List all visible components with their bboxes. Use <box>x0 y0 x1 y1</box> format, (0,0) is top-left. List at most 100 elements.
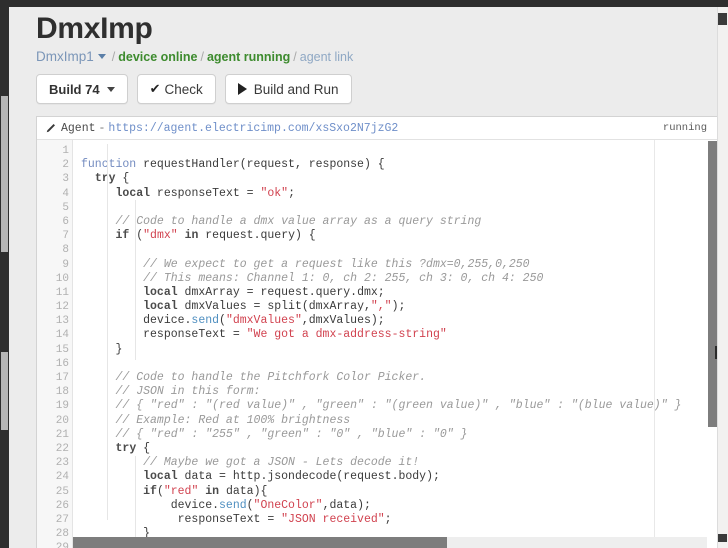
agent-pane-label: Agent <box>61 121 96 135</box>
build-selector-label: Build 74 <box>49 81 100 97</box>
code-line: local data = http.jsondecode(request.bod… <box>81 470 718 484</box>
code-token: send <box>191 314 220 328</box>
line-number: 9 <box>62 258 69 271</box>
line-number: 22 <box>37 442 82 456</box>
code-token: device. <box>81 314 192 328</box>
breadcrumb-agent-status[interactable]: agent running <box>207 50 290 64</box>
line-number: 4 <box>62 187 69 200</box>
code-token: ; <box>288 186 295 200</box>
code-token: local <box>115 186 151 200</box>
code-token: { <box>115 172 130 186</box>
browser-chrome-left-scroll-b[interactable] <box>1 352 8 430</box>
code-line: responseText = "JSON received"; <box>81 513 718 527</box>
code-token: // This means: Channel 1: 0, ch 2: 255, … <box>81 271 544 285</box>
line-number: 25 <box>37 485 82 499</box>
line-number: 7 <box>37 229 82 243</box>
line-number: 2 <box>37 158 82 172</box>
line-number: 17 <box>55 372 69 384</box>
code-line: // { "red" : "255" , "green" : "0" , "bl… <box>81 428 718 442</box>
chevron-down-icon[interactable] <box>97 54 106 60</box>
code-token: ( <box>219 314 226 328</box>
code-token: // Code to handle a dmx value array as a… <box>81 214 482 228</box>
code-line: if("red" in data){ <box>81 485 718 499</box>
code-token: "," <box>370 300 392 314</box>
line-number: 8 <box>62 244 69 257</box>
line-number: 18 <box>55 386 69 399</box>
code-token: "We got a dmx-address-string" <box>246 328 447 342</box>
code-token: ; <box>384 512 392 526</box>
line-number: 14 <box>55 329 69 342</box>
code-token: ( <box>129 229 144 243</box>
breadcrumb-agent-link[interactable]: agent link <box>300 50 354 64</box>
browser-chrome-left <box>0 0 9 548</box>
code-line: try { <box>81 172 718 186</box>
editor-horizontal-scrollbar-thumb[interactable] <box>73 537 447 548</box>
code-line: try { <box>81 442 718 456</box>
code-line: // JSON in this form: <box>81 385 718 399</box>
code-line: // Maybe we got a JSON - Lets decode it! <box>81 456 718 470</box>
code-line: device.send("OneColor",data); <box>81 499 718 513</box>
code-token: "ok" <box>260 186 289 200</box>
breadcrumb-device-name[interactable]: DmxImp1 <box>36 49 94 64</box>
code-token: "dmxValues" <box>225 314 302 328</box>
code-token: // We expect to get a request like this … <box>81 257 530 271</box>
code-line: local responseText = "ok"; <box>81 187 718 201</box>
build-selector-button[interactable]: Build 74 <box>36 74 128 104</box>
agent-status-text: running <box>662 122 707 134</box>
line-number: 6 <box>62 215 69 228</box>
code-token: try <box>115 441 137 455</box>
build-and-run-label: Build and Run <box>253 81 339 97</box>
code-token: "OneColor" <box>253 498 323 512</box>
code-token: // { "red" : "255" , "green" : "0" , "bl… <box>81 427 468 441</box>
page-title: DmxImp <box>36 12 153 45</box>
browser-chrome-left-scroll-a[interactable] <box>1 96 8 252</box>
indent-guide <box>107 144 108 520</box>
code-token: "red" <box>163 484 199 498</box>
check-button[interactable]: ✔ Check <box>136 74 216 104</box>
code-line: device.send("dmxValues",dmxValues); <box>81 314 718 328</box>
breadcrumb-device-status[interactable]: device online <box>118 50 197 64</box>
page-vertical-scrollbar[interactable] <box>717 7 728 548</box>
code-token: send <box>219 498 247 512</box>
agent-url-link[interactable]: https://agent.electricimp.com/xsSxo2N7jz… <box>108 122 398 135</box>
line-number: 21 <box>55 428 69 441</box>
agent-editor-pane: Agent - https://agent.electricimp.com/xs… <box>36 116 719 548</box>
editor-horizontal-scrollbar[interactable] <box>73 537 707 548</box>
code-line: responseText = "We got a dmx-address-str… <box>81 328 718 342</box>
line-number: 23 <box>55 457 69 470</box>
indent-guide <box>135 200 136 360</box>
code-token: ); <box>391 300 406 314</box>
browser-chrome-top <box>0 0 728 7</box>
code-token: "dmx" <box>143 229 178 243</box>
code-line: local dmxArray = request.query.dmx; <box>81 286 718 300</box>
page-scrollbar-thumb-top[interactable] <box>718 13 727 25</box>
agent-editor-header: Agent - https://agent.electricimp.com/xs… <box>37 117 718 140</box>
code-token: request.query) { <box>198 229 316 243</box>
code-token: local <box>143 300 178 314</box>
line-number: 20 <box>55 414 69 427</box>
line-number: 26 <box>55 499 69 512</box>
line-number: 19 <box>55 400 69 413</box>
code-line: local dmxValues = split(dmxArray,","); <box>81 300 718 314</box>
code-line: // We expect to get a request like this … <box>81 258 718 272</box>
code-token: } <box>81 342 123 356</box>
code-token: if <box>143 484 157 498</box>
code-content[interactable]: function requestHandler(request, respons… <box>73 140 718 548</box>
line-number: 28 <box>55 528 69 541</box>
line-number: 13 <box>55 315 69 328</box>
code-token: ( <box>156 484 164 498</box>
code-line: // Example: Red at 100% brightness <box>81 414 718 428</box>
code-token: device. <box>81 498 220 512</box>
code-line: } <box>81 343 718 357</box>
pencil-icon[interactable] <box>45 123 56 134</box>
indent-guide <box>135 456 136 548</box>
build-and-run-button[interactable]: Build and Run <box>224 74 352 104</box>
page-scrollbar-thumb-bottom[interactable] <box>718 534 727 542</box>
editor-vertical-scrollbar-thumb[interactable] <box>708 141 717 427</box>
